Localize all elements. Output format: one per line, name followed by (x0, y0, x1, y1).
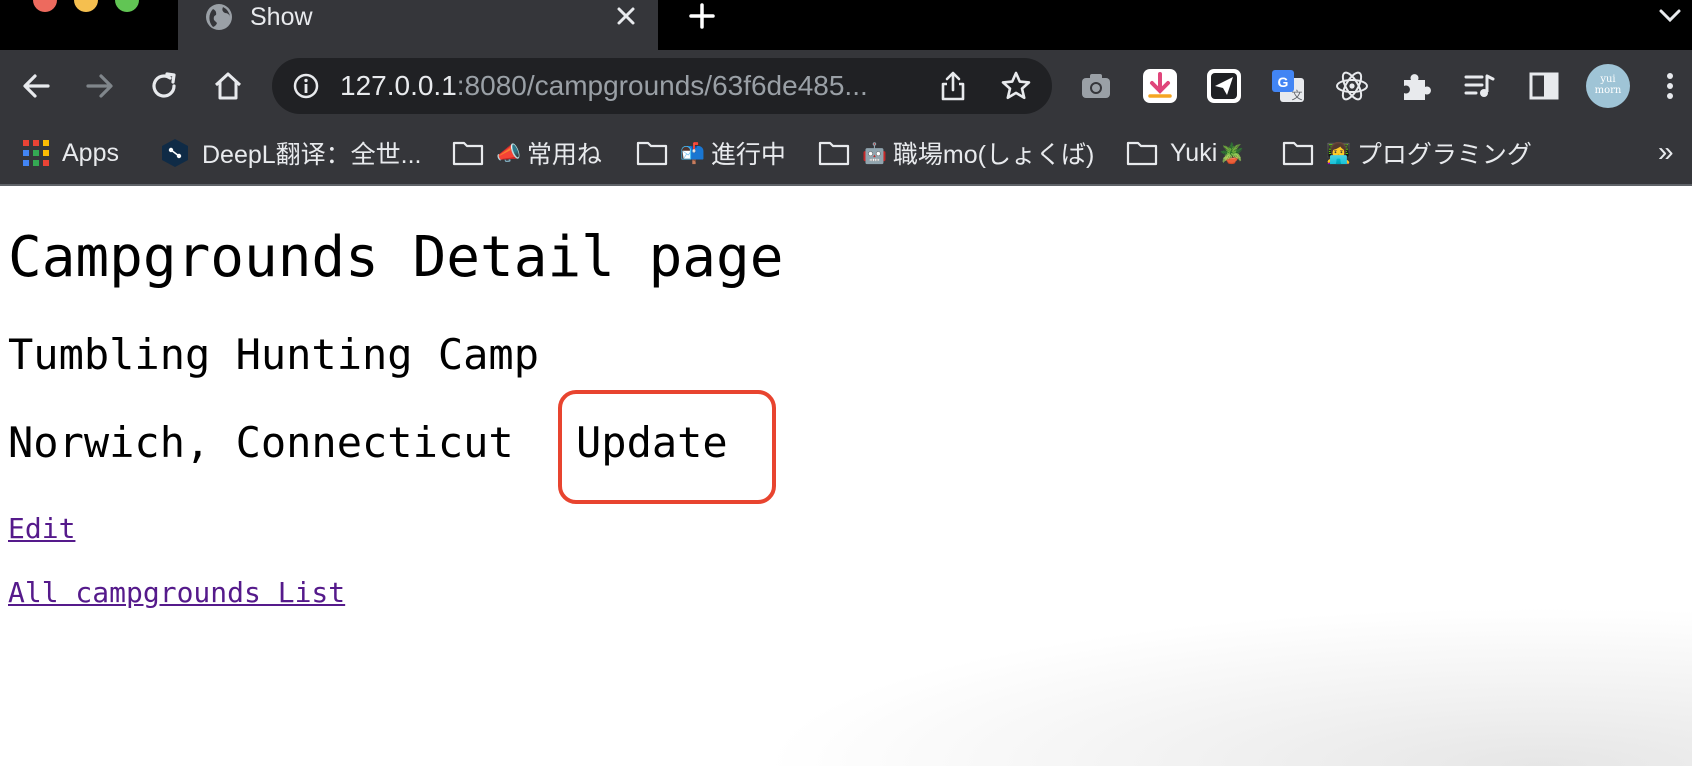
page-title: Campgrounds Detail page (8, 225, 784, 290)
bookmark-folder-2[interactable]: 📬 進行中 (636, 122, 786, 184)
folder-icon (818, 141, 850, 166)
update-text: Update (576, 418, 728, 467)
bookmark-deepl[interactable]: DeepL翻译：全世... (160, 122, 422, 184)
media-queue-icon[interactable] (1462, 68, 1498, 104)
folder-icon (636, 141, 668, 166)
download-extension-icon[interactable] (1142, 68, 1178, 104)
folder-icon (1282, 141, 1314, 166)
page-content: Campgrounds Detail page Tumbling Hunting… (0, 186, 1692, 766)
address-bar[interactable]: 127.0.0.1:8080/campgrounds/63f6de485... (272, 58, 1052, 114)
screen-shadow (760, 606, 1692, 766)
back-arrow-icon[interactable] (20, 70, 52, 102)
home-icon[interactable] (212, 70, 244, 102)
window-minimize-button[interactable] (74, 0, 98, 12)
new-tab-plus-icon[interactable] (688, 2, 716, 30)
robot-icon: 🤖 (862, 142, 887, 165)
bookmark-folder-5[interactable]: 👩‍💻 プログラミング (1282, 122, 1532, 184)
side-panel-icon[interactable] (1526, 68, 1562, 104)
google-translate-icon[interactable]: G 文 (1270, 68, 1306, 104)
bookmarks-overflow-button[interactable]: » (1658, 136, 1674, 168)
tab-title: Show (250, 3, 313, 31)
bookmark-folder-1[interactable]: 📣 常用ね (452, 122, 602, 184)
forward-arrow-icon[interactable] (84, 70, 116, 102)
megaphone-icon: 📣 (496, 142, 521, 165)
bookmark-label: プログラミング (1356, 141, 1532, 169)
mailbox-icon: 📬 (680, 142, 705, 165)
puzzle-extensions-icon[interactable] (1398, 68, 1434, 104)
window-close-button[interactable] (33, 0, 57, 12)
site-info-icon[interactable] (292, 72, 320, 100)
svg-text:G: G (1278, 74, 1289, 90)
bookmark-label: 職場mo(しょくば) (892, 141, 1095, 169)
profile-avatar[interactable]: yui morn (1586, 64, 1630, 108)
bookmark-apps[interactable]: Apps (22, 122, 119, 184)
reload-icon[interactable] (148, 70, 180, 102)
edit-link[interactable]: Edit (8, 512, 75, 545)
bookmark-folder-3[interactable]: 🤖 職場mo(しょくば) (818, 122, 1094, 184)
technologist-icon: 👩‍💻 (1326, 142, 1351, 165)
globe-icon (206, 4, 232, 30)
bookmark-label: Apps (62, 138, 119, 167)
window-maximize-button[interactable] (115, 0, 139, 12)
bookmark-label: Yuki (1170, 138, 1218, 167)
send-extension-icon[interactable] (1206, 68, 1242, 104)
browser-toolbar: 127.0.0.1:8080/campgrounds/63f6de485... … (0, 50, 1692, 122)
share-icon[interactable] (938, 70, 968, 102)
bookmark-folder-4[interactable]: Yuki 🪴 (1126, 122, 1250, 184)
deepl-logo-icon (162, 139, 188, 167)
bookmark-label: 進行中 (710, 141, 786, 169)
folder-icon (452, 141, 484, 166)
campground-location: Norwich, Connecticut (8, 418, 514, 467)
folder-icon (1126, 141, 1158, 166)
apps-grid-icon (23, 140, 49, 166)
campground-name: Tumbling Hunting Camp (8, 330, 540, 379)
bookmark-label: 常用ね (526, 141, 602, 169)
bookmark-star-icon[interactable] (1000, 70, 1032, 102)
chevron-down-icon[interactable] (1658, 6, 1682, 26)
bookmarks-bar: Apps DeepL翻译：全世... 📣 常用ね 📬 進行中 🤖 職場mo(しょ… (0, 122, 1692, 186)
tab-strip: Show (0, 0, 1692, 50)
more-menu-icon[interactable] (1660, 70, 1680, 102)
all-campgrounds-link[interactable]: All campgrounds List (8, 576, 345, 609)
url-text[interactable]: 127.0.0.1:8080/campgrounds/63f6de485... (340, 70, 920, 102)
tab-show[interactable]: Show (178, 0, 658, 50)
bookmark-label: DeepL翻译：全世... (202, 141, 422, 169)
svg-text:文: 文 (1292, 88, 1303, 102)
close-icon[interactable] (614, 4, 638, 28)
camera-extension-icon[interactable] (1078, 68, 1114, 104)
potted-plant-icon: 🪴 (1219, 142, 1245, 165)
react-devtools-icon[interactable] (1334, 68, 1370, 104)
